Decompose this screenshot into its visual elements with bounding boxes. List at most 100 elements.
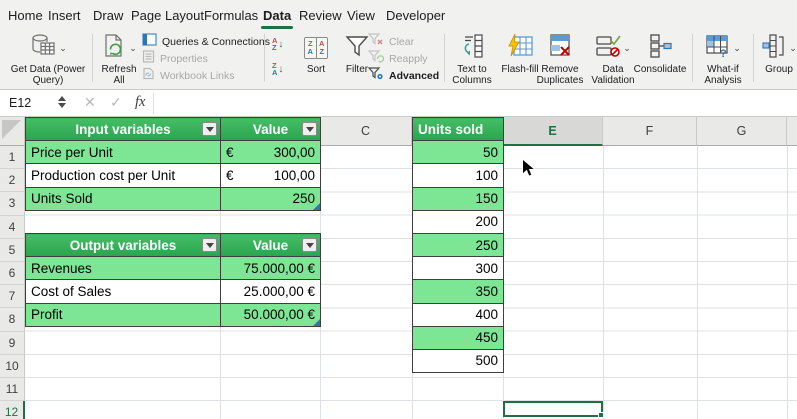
- cell-d1[interactable]: Units sold: [413, 118, 504, 141]
- cell-d2[interactable]: 50: [413, 141, 504, 164]
- group-button[interactable]: ⌄ Group: [757, 33, 797, 87]
- cell-a7[interactable]: Revenues: [26, 257, 221, 280]
- what-if-analysis-label: What-if Analysis: [697, 64, 749, 86]
- menu-item-insert[interactable]: Insert: [48, 8, 81, 23]
- filter-dropdown-button[interactable]: [202, 238, 217, 252]
- row-header-6[interactable]: 6: [0, 262, 25, 285]
- menu-item-draw[interactable]: Draw: [93, 8, 123, 23]
- filter-dropdown-button[interactable]: [302, 122, 317, 136]
- refresh-all-button[interactable]: ⌄ Refresh All: [96, 33, 142, 87]
- cell-d6[interactable]: 250: [413, 233, 504, 256]
- cell-d11[interactable]: 500: [413, 349, 504, 372]
- spreadsheet-grid: A B C D E F G 1 2 3 4 5 6 7 8 9 10 11 12…: [0, 117, 797, 419]
- cancel-icon[interactable]: ✕: [84, 94, 96, 111]
- menu-item-page-layout[interactable]: Page Layout: [131, 8, 204, 23]
- row-header-8[interactable]: 8: [0, 308, 25, 331]
- column-header-f[interactable]: F: [603, 117, 697, 146]
- cell-d3[interactable]: 100: [413, 164, 504, 187]
- what-if-analysis-icon: ?: [705, 33, 731, 64]
- cell-d9[interactable]: 400: [413, 303, 504, 326]
- menu-item-home[interactable]: Home: [8, 8, 43, 23]
- cell-a1[interactable]: Input variables: [26, 118, 221, 141]
- cell-b1[interactable]: Value: [221, 118, 321, 141]
- cell-a2[interactable]: Price per Unit: [26, 141, 221, 164]
- menu-item-developer[interactable]: Developer: [386, 8, 445, 23]
- column-header-g[interactable]: G: [697, 117, 787, 146]
- row-header-9[interactable]: 9: [0, 332, 25, 355]
- get-data-button[interactable]: ⌄ Get Data (Power Query): [6, 33, 90, 87]
- svg-text:?: ?: [720, 48, 727, 59]
- data-validation-button[interactable]: ⌄ Data Validation: [588, 33, 638, 87]
- cell-d5[interactable]: 200: [413, 210, 504, 233]
- menu-item-data[interactable]: Data: [263, 8, 291, 23]
- cell-d4[interactable]: 150: [413, 187, 504, 210]
- cell-b4[interactable]: 250: [221, 187, 321, 210]
- blue-corner-marker: [313, 319, 320, 326]
- filter-label: Filter: [346, 64, 368, 75]
- flash-fill-icon: [506, 33, 534, 64]
- row-header-11[interactable]: 11: [0, 378, 25, 401]
- row-header-3[interactable]: 3: [0, 192, 25, 215]
- cell-b7[interactable]: 75.000,00 €: [221, 257, 321, 280]
- what-if-analysis-button[interactable]: ? ⌄ What-if Analysis: [697, 33, 749, 87]
- properties-button[interactable]: Properties: [142, 52, 262, 66]
- row-header-7[interactable]: 7: [0, 285, 25, 308]
- filter-dropdown-button[interactable]: [202, 122, 217, 136]
- advanced-filter-button[interactable]: Advanced: [368, 69, 446, 83]
- remove-duplicates-button[interactable]: Remove Duplicates: [533, 33, 587, 87]
- cell-a4[interactable]: Units Sold: [26, 187, 221, 210]
- enter-icon[interactable]: ✓: [110, 94, 122, 111]
- row-header-2[interactable]: 2: [0, 169, 25, 192]
- sort-ascending-button[interactable]: A Z ↓: [272, 35, 283, 53]
- ribbon-divider: [264, 34, 265, 82]
- formula-bar: E12 ✕ ✓ fx: [0, 90, 797, 117]
- menu-item-view[interactable]: View: [347, 8, 375, 23]
- menu-item-review[interactable]: Review: [299, 8, 342, 23]
- name-box[interactable]: E12: [9, 96, 31, 110]
- cell-d7[interactable]: 300: [413, 257, 504, 280]
- consolidate-button[interactable]: Consolidate: [634, 33, 686, 87]
- workbook-links-button[interactable]: Workbook Links: [142, 69, 262, 83]
- row-header-5[interactable]: 5: [0, 239, 25, 262]
- cell-d8[interactable]: 350: [413, 280, 504, 303]
- sort-descending-button[interactable]: Z A ↓: [272, 60, 283, 78]
- group-icon: [761, 33, 787, 64]
- reapply-filter-icon: [368, 50, 384, 68]
- name-box-stepper[interactable]: [58, 96, 66, 108]
- menu-item-formulas[interactable]: Formulas: [204, 8, 258, 23]
- cell-b6[interactable]: Value: [221, 234, 321, 257]
- cell-b2[interactable]: €300,00: [221, 141, 321, 164]
- sort-button[interactable]: ZA AZ Sort: [296, 33, 336, 87]
- filter-icon: [345, 35, 369, 62]
- column-header-e[interactable]: E: [503, 117, 603, 146]
- text-to-columns-button[interactable]: Text to Columns: [447, 33, 497, 87]
- stepper-down-icon: [58, 103, 66, 108]
- data-validation-icon: [595, 33, 621, 64]
- clear-filter-button[interactable]: Clear: [368, 35, 446, 49]
- queries-connections-icon: [142, 33, 157, 51]
- advanced-filter-icon: [368, 67, 384, 85]
- cell-a9[interactable]: Profit: [26, 303, 221, 326]
- queries-connections-button[interactable]: Queries & Connections: [142, 35, 262, 49]
- active-cell-selection: [503, 401, 603, 417]
- row-header-10[interactable]: 10: [0, 355, 25, 378]
- select-all-corner[interactable]: [0, 117, 25, 146]
- row-header-1[interactable]: 1: [0, 146, 25, 169]
- cell-d10[interactable]: 450: [413, 326, 504, 349]
- cell-a3[interactable]: Production cost per Unit: [26, 164, 221, 187]
- chevron-down-icon: ⌄: [733, 44, 741, 52]
- column-header-c[interactable]: C: [320, 117, 412, 146]
- filter-dropdown-button[interactable]: [302, 238, 317, 252]
- cell-b3[interactable]: €100,00: [221, 164, 321, 187]
- cell-b9[interactable]: 50.000,00 €: [221, 303, 321, 326]
- properties-label: Properties: [160, 53, 208, 65]
- filter-arrow-icon: [306, 127, 314, 132]
- cell-a6[interactable]: Output variables: [26, 234, 221, 257]
- cell-a8[interactable]: Cost of Sales: [26, 280, 221, 303]
- fill-handle[interactable]: [598, 412, 604, 418]
- row-header-12[interactable]: 12: [0, 401, 25, 419]
- reapply-filter-button[interactable]: Reapply: [368, 52, 446, 66]
- row-header-4[interactable]: 4: [0, 216, 25, 239]
- insert-function-icon[interactable]: fx: [135, 94, 145, 111]
- cell-b8[interactable]: 25.000,00 €: [221, 280, 321, 303]
